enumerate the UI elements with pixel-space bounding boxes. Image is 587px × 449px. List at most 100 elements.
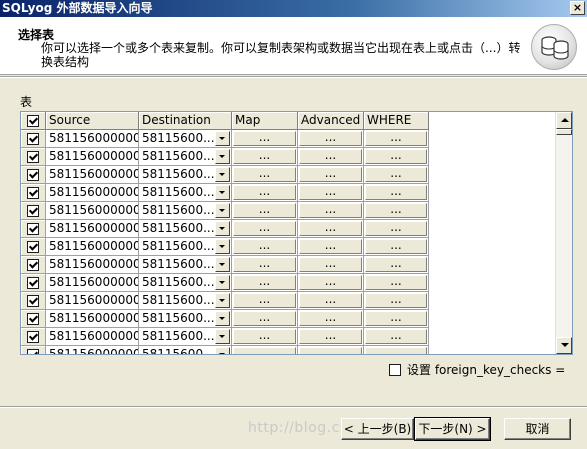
- table-row[interactable]: 5811560000000 58115600............: [21, 310, 429, 328]
- where-button[interactable]: ...: [365, 293, 427, 308]
- row-checkbox[interactable]: [21, 148, 46, 166]
- map-button[interactable]: ...: [233, 329, 296, 344]
- scroll-up-button[interactable]: [556, 112, 572, 129]
- where-button[interactable]: ...: [365, 329, 427, 344]
- advanced-button[interactable]: ...: [299, 275, 362, 290]
- where-button[interactable]: ...: [365, 347, 427, 354]
- where-button[interactable]: ...: [365, 239, 427, 254]
- destination-cell[interactable]: 58115600...: [139, 346, 232, 354]
- where-button[interactable]: ...: [365, 311, 427, 326]
- grid-vertical-scrollbar[interactable]: [555, 112, 572, 354]
- map-button[interactable]: ...: [233, 293, 296, 308]
- map-button[interactable]: ...: [233, 275, 296, 290]
- advanced-button[interactable]: ...: [299, 149, 362, 164]
- destination-cell[interactable]: 58115600...: [139, 292, 232, 310]
- destination-cell[interactable]: 58115600...: [139, 166, 232, 184]
- row-checkbox[interactable]: [21, 292, 46, 310]
- foreign-key-checks-checkbox[interactable]: [389, 364, 401, 376]
- destination-cell[interactable]: 58115600...: [139, 238, 232, 256]
- column-header-where[interactable]: WHERE: [364, 112, 429, 130]
- destination-cell[interactable]: 58115600...: [139, 256, 232, 274]
- column-header-destination[interactable]: Destination: [139, 112, 232, 130]
- where-button[interactable]: ...: [365, 221, 427, 236]
- advanced-button[interactable]: ...: [299, 239, 362, 254]
- where-button[interactable]: ...: [365, 167, 427, 182]
- where-button[interactable]: ...: [365, 131, 427, 146]
- advanced-button[interactable]: ...: [299, 221, 362, 236]
- row-checkbox[interactable]: [21, 256, 46, 274]
- destination-cell[interactable]: 58115600...: [139, 328, 232, 346]
- advanced-button[interactable]: ...: [299, 293, 362, 308]
- tables-grid[interactable]: Source Destination Map Advanced WHERE 58…: [20, 111, 573, 355]
- map-button[interactable]: ...: [233, 185, 296, 200]
- table-row[interactable]: 5811560000000 58115600............: [21, 256, 429, 274]
- table-row[interactable]: 5811560000000 58115600............: [21, 130, 429, 148]
- map-button[interactable]: ...: [233, 149, 296, 164]
- advanced-button[interactable]: ...: [299, 167, 362, 182]
- scroll-down-button[interactable]: [556, 337, 572, 354]
- cancel-button[interactable]: 取消: [504, 418, 571, 440]
- dropdown-arrow-icon[interactable]: [215, 347, 230, 354]
- dropdown-arrow-icon[interactable]: [215, 293, 230, 308]
- table-row[interactable]: 5811560000000 58115600............: [21, 220, 429, 238]
- where-button[interactable]: ...: [365, 185, 427, 200]
- destination-cell[interactable]: 58115600...: [139, 274, 232, 292]
- next-button[interactable]: 下一步(N) >: [414, 417, 491, 441]
- map-button[interactable]: ...: [233, 239, 296, 254]
- destination-cell[interactable]: 58115600...: [139, 130, 232, 148]
- back-button[interactable]: < 上一步(B): [341, 418, 414, 440]
- table-row[interactable]: 5811560000000 58115600............: [21, 148, 429, 166]
- row-checkbox[interactable]: [21, 220, 46, 238]
- advanced-button[interactable]: ...: [299, 203, 362, 218]
- map-button[interactable]: ...: [233, 347, 296, 354]
- map-button[interactable]: ...: [233, 203, 296, 218]
- where-button[interactable]: ...: [365, 203, 427, 218]
- dropdown-arrow-icon[interactable]: [215, 275, 230, 290]
- column-header-source[interactable]: Source: [46, 112, 139, 130]
- advanced-button[interactable]: ...: [299, 257, 362, 272]
- map-button[interactable]: ...: [233, 167, 296, 182]
- destination-cell[interactable]: 58115600...: [139, 220, 232, 238]
- advanced-button[interactable]: ...: [299, 311, 362, 326]
- where-button[interactable]: ...: [365, 149, 427, 164]
- table-row[interactable]: 5811560000000 58115600............: [21, 328, 429, 346]
- dropdown-arrow-icon[interactable]: [215, 257, 230, 272]
- dropdown-arrow-icon[interactable]: [215, 131, 230, 146]
- row-checkbox[interactable]: [21, 238, 46, 256]
- dropdown-arrow-icon[interactable]: [215, 329, 230, 344]
- dropdown-arrow-icon[interactable]: [215, 203, 230, 218]
- select-all-checkbox[interactable]: [21, 112, 46, 130]
- column-header-map[interactable]: Map: [232, 112, 298, 130]
- table-row[interactable]: 5811560000000 58115600............: [21, 274, 429, 292]
- row-checkbox[interactable]: [21, 328, 46, 346]
- dropdown-arrow-icon[interactable]: [215, 185, 230, 200]
- row-checkbox[interactable]: [21, 310, 46, 328]
- dropdown-arrow-icon[interactable]: [215, 149, 230, 164]
- table-row[interactable]: 5811560000000 58115600............: [21, 292, 429, 310]
- map-button[interactable]: ...: [233, 221, 296, 236]
- dropdown-arrow-icon[interactable]: [215, 311, 230, 326]
- advanced-button[interactable]: ...: [299, 131, 362, 146]
- destination-cell[interactable]: 58115600...: [139, 148, 232, 166]
- map-button[interactable]: ...: [233, 131, 296, 146]
- dropdown-arrow-icon[interactable]: [215, 167, 230, 182]
- advanced-button[interactable]: ...: [299, 329, 362, 344]
- table-row[interactable]: 5811560000000 58115600............: [21, 202, 429, 220]
- close-button[interactable]: ×: [570, 1, 585, 15]
- row-checkbox[interactable]: [21, 346, 46, 354]
- table-row[interactable]: 5811560000000 58115600............: [21, 184, 429, 202]
- where-button[interactable]: ...: [365, 275, 427, 290]
- row-checkbox[interactable]: [21, 202, 46, 220]
- map-button[interactable]: ...: [233, 257, 296, 272]
- column-header-advanced[interactable]: Advanced: [298, 112, 364, 130]
- advanced-button[interactable]: ...: [299, 185, 362, 200]
- row-checkbox[interactable]: [21, 184, 46, 202]
- destination-cell[interactable]: 58115600...: [139, 202, 232, 220]
- scroll-thumb[interactable]: [556, 129, 572, 135]
- map-button[interactable]: ...: [233, 311, 296, 326]
- row-checkbox[interactable]: [21, 274, 46, 292]
- table-row[interactable]: 5811560000000 58115600............: [21, 166, 429, 184]
- destination-cell[interactable]: 58115600...: [139, 310, 232, 328]
- table-row[interactable]: 5811560000000 58115600............: [21, 238, 429, 256]
- dropdown-arrow-icon[interactable]: [215, 239, 230, 254]
